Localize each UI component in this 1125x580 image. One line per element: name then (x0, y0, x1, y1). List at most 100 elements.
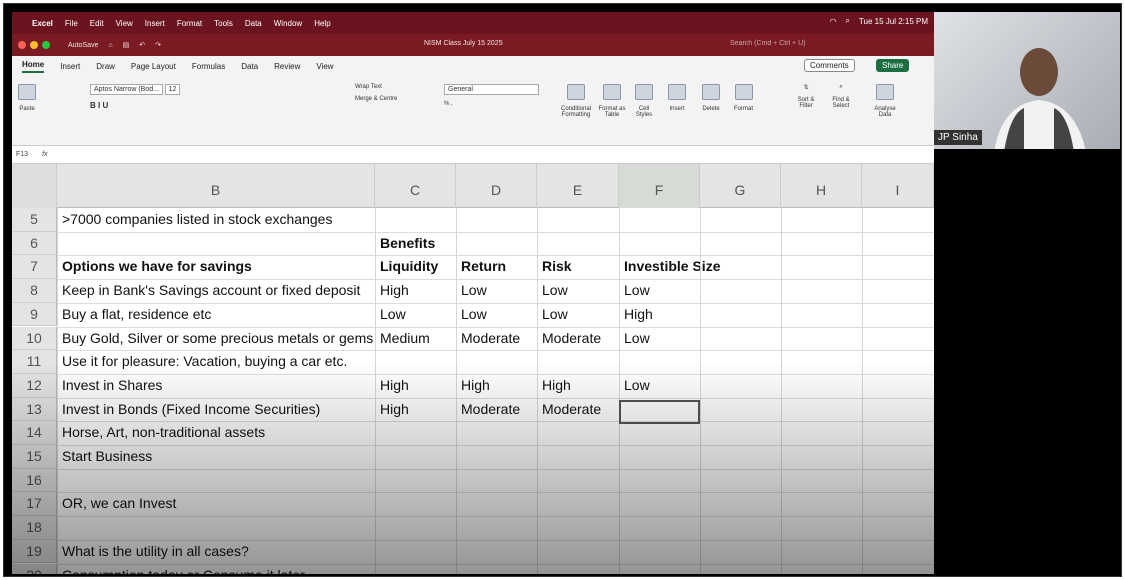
cell[interactable] (619, 445, 700, 469)
menu-help[interactable]: Help (314, 19, 330, 28)
cell[interactable] (700, 492, 781, 516)
cell[interactable] (862, 374, 934, 398)
cell[interactable] (57, 469, 375, 493)
font-name-select[interactable]: Aptos Narrow (Bod... (90, 84, 163, 95)
cell[interactable]: Low (456, 279, 537, 303)
row-header[interactable]: 16 (12, 468, 57, 493)
cell[interactable] (781, 469, 862, 493)
cell[interactable] (456, 350, 537, 374)
cell[interactable]: Low (537, 279, 619, 303)
delete-label[interactable]: Delete (702, 106, 719, 112)
cell[interactable] (781, 516, 862, 540)
cell[interactable] (862, 208, 934, 232)
cell[interactable] (781, 232, 862, 256)
cell[interactable]: Low (537, 303, 619, 327)
cell[interactable] (619, 469, 700, 493)
cell[interactable]: High (375, 398, 456, 422)
cell[interactable]: Buy Gold, Silver or some precious metals… (57, 327, 375, 351)
cell[interactable] (537, 350, 619, 374)
cell[interactable] (781, 255, 862, 279)
cell[interactable] (619, 492, 700, 516)
row-header[interactable]: 14 (12, 421, 57, 445)
cell[interactable]: OR, we can Invest (57, 492, 375, 516)
find-select-label[interactable]: Find & Select (828, 97, 854, 109)
paste-icon[interactable] (18, 84, 36, 100)
tab-review[interactable]: Review (274, 62, 300, 71)
bold-italic-underline[interactable]: B I U (90, 101, 180, 110)
selected-cell-f13[interactable] (619, 400, 700, 424)
conditional-formatting-icon[interactable] (567, 84, 585, 100)
format-table-icon[interactable] (603, 84, 621, 100)
menu-insert[interactable]: Insert (145, 19, 165, 28)
row-header[interactable]: 9 (12, 302, 57, 327)
cell[interactable] (456, 232, 537, 256)
tab-insert[interactable]: Insert (60, 62, 80, 71)
cell[interactable]: Benefits (375, 232, 456, 256)
format-label[interactable]: Format (734, 106, 753, 112)
cell[interactable] (537, 208, 619, 232)
find-select-icon[interactable]: ⌕ (839, 84, 842, 91)
cell[interactable] (700, 232, 781, 256)
cell[interactable] (862, 421, 934, 445)
cell[interactable] (57, 516, 375, 540)
cell[interactable] (700, 445, 781, 469)
cell[interactable] (700, 469, 781, 493)
cell[interactable] (862, 303, 934, 327)
cell[interactable]: High (375, 279, 456, 303)
row-header[interactable]: 12 (12, 373, 57, 398)
menu-format[interactable]: Format (177, 19, 202, 28)
tab-view[interactable]: View (316, 62, 333, 71)
cell[interactable] (537, 421, 619, 445)
cell[interactable] (700, 255, 781, 279)
menu-app-name[interactable]: Excel (32, 19, 53, 28)
cell[interactable] (537, 469, 619, 493)
cell[interactable] (537, 564, 619, 575)
tab-formulas[interactable]: Formulas (192, 62, 225, 71)
cell[interactable]: Low (619, 327, 700, 351)
cell[interactable] (537, 232, 619, 256)
cell[interactable] (700, 303, 781, 327)
menu-clock[interactable]: Tue 15 Jul 2:15 PM (859, 17, 928, 26)
cell[interactable] (456, 564, 537, 575)
cell[interactable] (781, 350, 862, 374)
sort-filter-label[interactable]: Sort & Filter (794, 97, 818, 109)
cell[interactable] (862, 492, 934, 516)
cell[interactable]: Keep in Bank's Savings account or fixed … (57, 279, 375, 303)
cell[interactable]: Moderate (456, 398, 537, 422)
cell[interactable] (375, 516, 456, 540)
cell[interactable]: Use it for pleasure: Vacation, buying a … (57, 350, 375, 374)
row-header[interactable]: 5 (12, 208, 57, 232)
redo-icon[interactable]: ↷ (155, 41, 161, 49)
cell[interactable] (862, 540, 934, 564)
cell[interactable]: Buy a flat, residence etc (57, 303, 375, 327)
undo-icon[interactable]: ↶ (139, 41, 145, 49)
cell[interactable] (781, 492, 862, 516)
wifi-icon[interactable]: ◠ (829, 17, 836, 26)
cell[interactable] (700, 564, 781, 575)
cell[interactable] (862, 398, 934, 422)
font-size-select[interactable]: 12 (164, 84, 181, 95)
analyse-data-icon[interactable] (876, 84, 894, 100)
cell[interactable] (862, 564, 934, 575)
cell[interactable]: High (375, 374, 456, 398)
cell[interactable] (862, 445, 934, 469)
cell[interactable]: Invest in Shares (57, 374, 375, 398)
cell[interactable] (456, 540, 537, 564)
column-header[interactable]: F (619, 164, 700, 208)
cell[interactable] (375, 421, 456, 445)
delete-cells-icon[interactable] (702, 84, 720, 100)
cell[interactable] (862, 350, 934, 374)
name-box[interactable]: F13 (16, 151, 28, 158)
cell[interactable] (700, 540, 781, 564)
cell[interactable] (619, 421, 700, 445)
column-header[interactable]: I (862, 164, 934, 208)
tab-home[interactable]: Home (22, 60, 45, 73)
cell[interactable] (619, 350, 700, 374)
cell[interactable] (781, 421, 862, 445)
cell-styles-icon[interactable] (635, 84, 653, 100)
column-header[interactable]: G (700, 164, 781, 208)
merge-centre-button[interactable]: Merge & Centre (355, 96, 397, 102)
cell[interactable] (781, 279, 862, 303)
cell[interactable]: Low (619, 279, 700, 303)
analyse-data-label[interactable]: Analyse Data (872, 106, 898, 118)
